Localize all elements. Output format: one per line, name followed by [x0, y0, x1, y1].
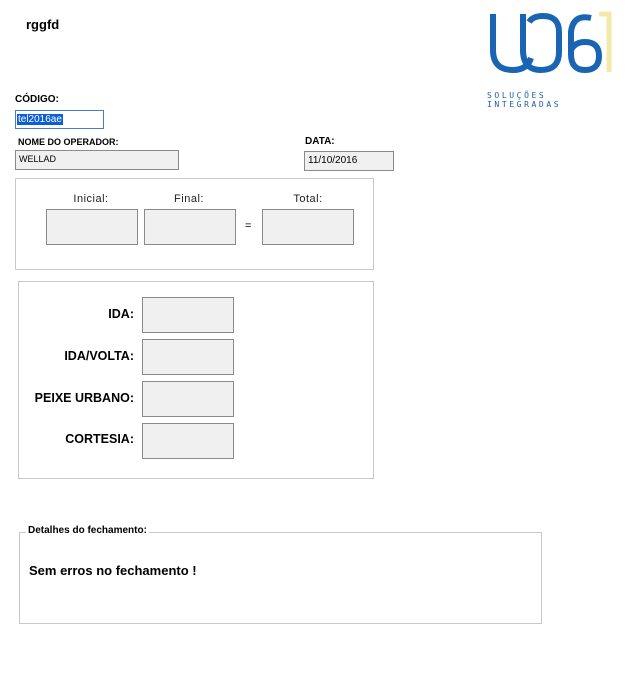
- final-label: Final:: [174, 193, 204, 205]
- details-legend: Detalhes do fechamento:: [26, 525, 149, 536]
- total-label: Total:: [293, 193, 323, 205]
- details-group: [19, 532, 542, 624]
- ida-label: IDA:: [108, 307, 134, 321]
- ida-input[interactable]: [142, 297, 234, 333]
- inicial-label: Inicial:: [73, 193, 109, 205]
- details-message: Sem erros no fechamento !: [29, 563, 197, 578]
- ida-volta-label: IDA/VOLTA:: [64, 349, 134, 363]
- inicial-input[interactable]: [46, 209, 138, 245]
- logo-tagline: SOLUÇÕES INTEGRADAS: [487, 91, 562, 109]
- operador-label: NOME DO OPERADOR:: [18, 137, 119, 147]
- peixe-urbano-input[interactable]: [142, 381, 234, 417]
- ida-volta-input[interactable]: [142, 339, 234, 375]
- cortesia-input[interactable]: [142, 423, 234, 459]
- logo-mark-icon: [490, 11, 612, 74]
- window-title: rggfd: [26, 17, 60, 32]
- operador-input[interactable]: WELLAD: [15, 150, 179, 170]
- data-input[interactable]: 11/10/2016: [304, 151, 394, 171]
- peixe-urbano-label: PEIXE URBANO:: [34, 391, 134, 405]
- cortesia-label: CORTESIA:: [65, 432, 134, 446]
- total-input[interactable]: [262, 209, 354, 245]
- final-input[interactable]: [144, 209, 236, 245]
- codigo-value: tel2016ae: [17, 114, 63, 125]
- codigo-label: CÓDIGO:: [15, 94, 59, 105]
- equals-sign: =: [245, 220, 252, 232]
- data-label: DATA:: [305, 136, 335, 147]
- company-logo: SOLUÇÕES INTEGRADAS: [487, 10, 617, 109]
- codigo-input[interactable]: tel2016ae: [15, 110, 104, 129]
